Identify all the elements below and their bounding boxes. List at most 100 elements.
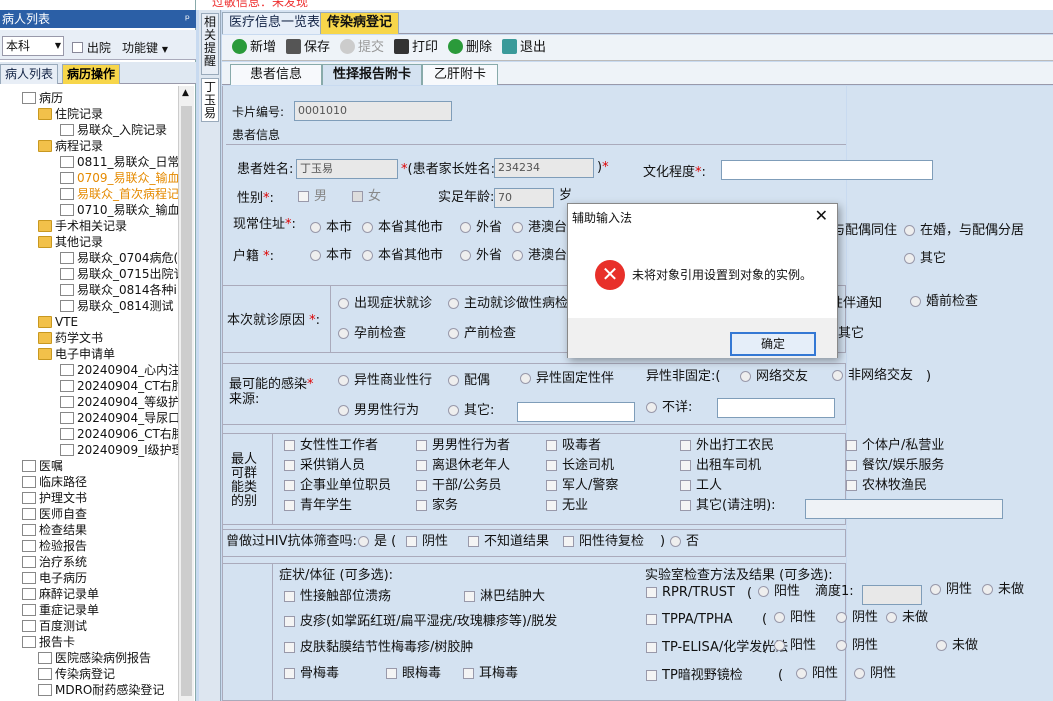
visit-option-pregnancy[interactable]: 孕前检查 <box>338 326 406 342</box>
tree-node[interactable]: 易联众_入院记录 <box>60 122 167 138</box>
scroll-thumb[interactable] <box>181 106 192 696</box>
tree-node[interactable]: 病程记录 <box>38 138 103 154</box>
location-option-1-1[interactable]: 本省其他市 <box>362 248 443 264</box>
tree-node[interactable]: 20240904_心内注身 <box>60 362 178 378</box>
lab-elisa-undone[interactable]: 未做 <box>936 638 978 654</box>
tree-node[interactable]: 20240906_CT右膝主 <box>60 426 178 442</box>
lab-tppa[interactable]: TPPA/TPHA <box>646 612 733 628</box>
tree-node[interactable]: 重症记录单 <box>22 602 99 618</box>
tab-infectious-registration[interactable]: 传染病登记 <box>320 12 400 34</box>
ok-button[interactable]: 确定 <box>730 332 816 356</box>
delete-button[interactable]: 删除 <box>448 38 492 58</box>
visit-option-symptom[interactable]: 出现症状就诊 <box>338 296 432 312</box>
tree-node[interactable]: 治疗系统 <box>22 554 87 570</box>
infection-other-field[interactable] <box>517 402 635 422</box>
hiv-no[interactable]: 否 <box>670 534 699 550</box>
titer-field[interactable] <box>862 585 922 605</box>
tab-patient-info[interactable]: 患者信息 <box>230 64 322 85</box>
location-option-1-3[interactable]: 港澳台 <box>512 248 567 264</box>
age-field[interactable]: 70 <box>494 188 554 208</box>
symptom-ulcer[interactable]: 性接触部位溃疡 <box>284 589 391 605</box>
hiv-unknown-result[interactable]: 不知道结果 <box>468 534 549 550</box>
tab-medical-overview[interactable]: 医疗信息一览表 <box>222 12 328 34</box>
tree-node[interactable]: 电子病历 <box>22 570 87 586</box>
func-key-menu[interactable]: 功能键 ▼ <box>122 39 168 56</box>
lab-elisa-negative[interactable]: 阴性 <box>836 638 878 654</box>
lab-elisa-positive[interactable]: 阳性 <box>774 638 816 654</box>
tree-node[interactable]: 20240904_CT右肘主 <box>60 378 178 394</box>
left-scrollbar[interactable]: ▲ <box>178 86 194 701</box>
infect-online[interactable]: 网络交友 <box>740 369 808 385</box>
tree-node[interactable]: 麻醉记录单 <box>22 586 99 602</box>
tree-node[interactable]: 手术相关记录 <box>38 218 127 234</box>
location-option-0-3[interactable]: 港澳台 <box>512 220 567 236</box>
tab-std-card[interactable]: 性择报告附卡 <box>322 64 422 85</box>
group-option[interactable]: 企事业单位职员 <box>284 478 391 494</box>
education-field[interactable] <box>721 160 933 180</box>
pin-icon[interactable]: ᵖ <box>185 10 190 28</box>
infect-offline[interactable]: 非网络交友 <box>832 368 913 384</box>
close-icon[interactable]: ✕ <box>815 206 828 225</box>
tree-node[interactable]: 报告卡 <box>22 634 75 650</box>
infect-paren[interactable]: ) <box>926 369 931 385</box>
symptom-bone[interactable]: 骨梅毒 <box>284 666 339 682</box>
lab-rpr[interactable]: RPR/TRUST <box>646 585 735 601</box>
tree-node[interactable]: 20240904_导尿口扌 <box>60 410 178 426</box>
lab-tppa-undone[interactable]: 未做 <box>886 610 928 626</box>
visit-option-voluntary[interactable]: 主动就诊做性病检 <box>448 296 568 312</box>
tree-node[interactable]: 易联众_0814测试 <box>60 298 174 314</box>
option-marriage-other[interactable]: 其它 <box>904 251 946 267</box>
group-option[interactable]: 其它(请注明): <box>680 498 776 514</box>
lab-dark-negative[interactable]: 阴性 <box>854 666 896 682</box>
side-tab-reminders[interactable]: 相关提醒 <box>201 13 219 75</box>
tree-node[interactable]: 检查结果 <box>22 522 87 538</box>
exit-button[interactable]: 退出 <box>502 38 546 58</box>
group-option[interactable]: 青年学生 <box>284 498 352 514</box>
group-option[interactable]: 吸毒者 <box>546 438 601 454</box>
sex-female-option[interactable]: 女 <box>352 189 381 205</box>
tree-node[interactable]: 易联众_0715出院讠 <box>60 266 178 282</box>
visit-option-premarital[interactable]: 婚前检查 <box>910 294 978 310</box>
tree-node[interactable]: 易联众_0814各种i <box>60 282 177 298</box>
group-other-field[interactable] <box>805 499 1003 519</box>
group-option[interactable]: 男男性行为者 <box>416 438 510 454</box>
new-button[interactable]: 新增 <box>232 38 276 58</box>
infect-spouse[interactable]: 配偶 <box>448 373 490 389</box>
tree-node[interactable]: 电子申请单 <box>38 346 115 362</box>
location-option-0-1[interactable]: 本省其他市 <box>362 220 443 236</box>
tree-node[interactable]: 护理文书 <box>22 490 87 506</box>
tree-node[interactable]: 住院记录 <box>38 106 103 122</box>
visit-option-prenatal[interactable]: 产前检查 <box>448 326 516 342</box>
hiv-yes[interactable]: 是 ( <box>358 534 396 550</box>
location-option-1-0[interactable]: 本市 <box>310 248 352 264</box>
location-option-0-0[interactable]: 本市 <box>310 220 352 236</box>
hiv-negative[interactable]: 阴性 <box>406 534 448 550</box>
symptom-nodule[interactable]: 皮肤黏膜结节性梅毒疹/树胶肿 <box>284 640 473 656</box>
group-option[interactable]: 离退休老年人 <box>416 458 510 474</box>
infect-hetero-nonfixed[interactable]: 异性非固定:( <box>646 369 720 385</box>
discharge-checkbox[interactable]: 出院 <box>72 39 111 56</box>
tree-node[interactable]: 医嘱 <box>22 458 63 474</box>
lab-darkfield[interactable]: TP暗视野镜检 <box>646 668 743 684</box>
tree-node[interactable]: 百度测试 <box>22 618 87 634</box>
tab-record-ops[interactable]: 病历操作 <box>62 64 121 84</box>
group-option[interactable]: 长途司机 <box>546 458 614 474</box>
symptom-lymph[interactable]: 淋巴结肿大 <box>464 589 545 605</box>
infect-other[interactable]: 其它: <box>448 403 494 419</box>
submit-button[interactable]: 提交 <box>340 38 384 58</box>
tree-node[interactable]: 0709_易联众_输血 <box>60 170 178 186</box>
lab-rpr-undone[interactable]: 未做 <box>982 582 1024 598</box>
group-option[interactable]: 女性性工作者 <box>284 438 378 454</box>
group-option[interactable]: 餐饮/娱乐服务 <box>846 458 944 474</box>
parent-name-field[interactable]: 234234 <box>494 158 594 178</box>
tree-node[interactable]: 医院感染病例报告 <box>38 650 151 666</box>
group-option[interactable]: 出租车司机 <box>680 458 761 474</box>
tree-node[interactable]: 医师自查 <box>22 506 87 522</box>
lab-rpr-negative[interactable]: 阴性 <box>930 582 972 598</box>
group-option[interactable]: 军人/警察 <box>546 478 618 494</box>
tree-node[interactable]: 检验报告 <box>22 538 87 554</box>
group-option[interactable]: 农林牧渔民 <box>846 478 927 494</box>
hiv-pending[interactable]: 阳性待复检 <box>563 534 644 550</box>
group-option[interactable]: 工人 <box>680 478 722 494</box>
group-option[interactable]: 个体户/私营业 <box>846 438 944 454</box>
